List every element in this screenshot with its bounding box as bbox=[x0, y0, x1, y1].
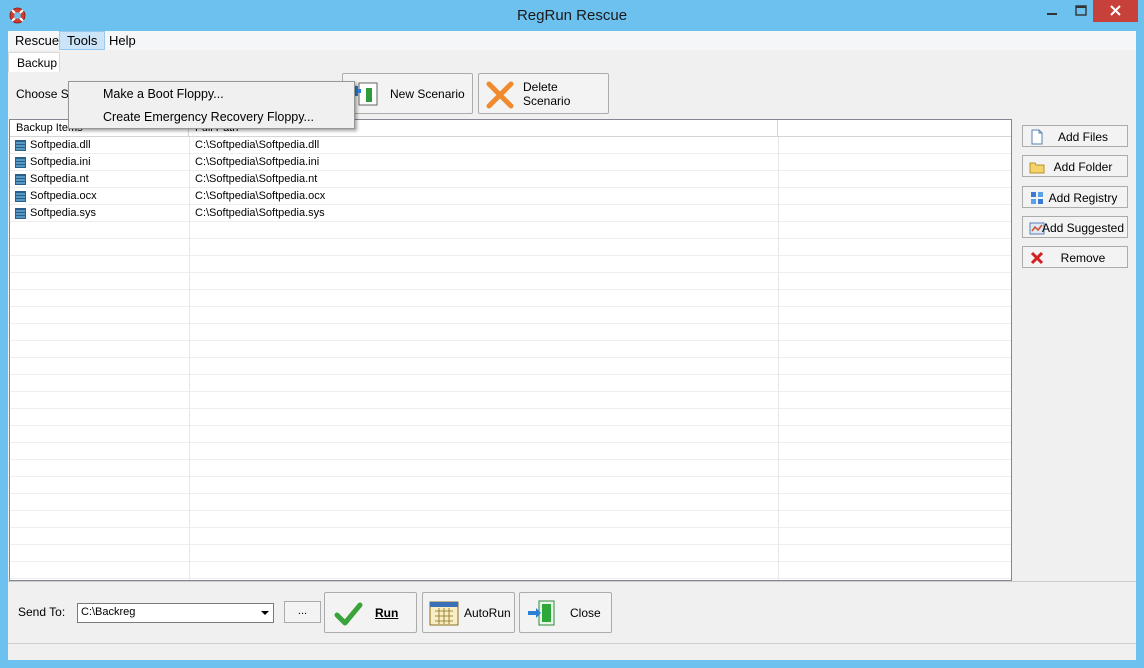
grid-line bbox=[10, 408, 1011, 409]
grid-line bbox=[10, 442, 1011, 443]
file-icon bbox=[15, 191, 26, 202]
calendar-icon bbox=[429, 601, 459, 626]
row-name: Softpedia.sys bbox=[30, 207, 97, 219]
table-row[interactable]: Softpedia.sys C:\Softpedia\Softpedia.sys bbox=[10, 205, 1011, 222]
row-name: Softpedia.dll bbox=[30, 139, 91, 151]
browse-button[interactable]: ... bbox=[284, 601, 321, 623]
menu-rescue[interactable]: Rescue bbox=[8, 31, 66, 50]
add-suggested-label: Add Suggested bbox=[1041, 221, 1125, 235]
new-scenario-label: New Scenario bbox=[390, 86, 465, 101]
app-window: RegRun Rescue Rescue Tools Help Backup C… bbox=[0, 0, 1144, 668]
add-registry-button[interactable]: Add Registry bbox=[1022, 186, 1128, 208]
add-files-button[interactable]: Add Files bbox=[1022, 125, 1128, 147]
choose-scenario-label: Choose S bbox=[16, 87, 69, 101]
remove-button[interactable]: Remove bbox=[1022, 246, 1128, 268]
send-to-label: Send To: bbox=[18, 605, 66, 619]
add-registry-label: Add Registry bbox=[1048, 191, 1118, 205]
exit-door-icon bbox=[528, 600, 555, 626]
run-button[interactable]: Run bbox=[324, 592, 417, 633]
tab-backup[interactable]: Backup bbox=[8, 52, 60, 72]
backup-items-list[interactable]: Backup Items Full Path Softpedia.dll C:\… bbox=[9, 119, 1012, 581]
add-files-label: Add Files bbox=[1057, 130, 1109, 144]
row-name: Softpedia.ocx bbox=[30, 190, 97, 202]
send-to-value: C:\Backreg bbox=[81, 606, 136, 618]
close-button[interactable]: Close bbox=[519, 592, 612, 633]
add-suggested-button[interactable]: Add Suggested bbox=[1022, 216, 1128, 238]
grid-line bbox=[10, 459, 1011, 460]
column-header-empty[interactable] bbox=[778, 120, 1011, 137]
row-path: C:\Softpedia\Softpedia.nt bbox=[195, 173, 318, 185]
grid-line bbox=[10, 255, 1011, 256]
row-name: Softpedia.nt bbox=[30, 173, 89, 185]
grid-line bbox=[10, 323, 1011, 324]
table-row[interactable]: Softpedia.nt C:\Softpedia\Softpedia.nt bbox=[10, 171, 1011, 188]
grid-line bbox=[10, 578, 1011, 579]
add-folder-label: Add Folder bbox=[1053, 160, 1113, 174]
menu-help[interactable]: Help bbox=[102, 31, 143, 50]
grid-line bbox=[10, 238, 1011, 239]
close-window-button[interactable] bbox=[1093, 0, 1138, 22]
window-title: RegRun Rescue bbox=[516, 7, 628, 24]
autorun-button[interactable]: AutoRun bbox=[422, 592, 515, 633]
grid-line bbox=[10, 493, 1011, 494]
list-body: Softpedia.dll C:\Softpedia\Softpedia.dll… bbox=[10, 137, 1011, 580]
row-path: C:\Softpedia\Softpedia.ini bbox=[195, 156, 320, 168]
grid-line bbox=[10, 306, 1011, 307]
grid-line bbox=[10, 510, 1011, 511]
grid-line bbox=[10, 289, 1011, 290]
client-area: Rescue Tools Help Backup Choose S New Sc… bbox=[8, 31, 1136, 660]
row-path: C:\Softpedia\Softpedia.ocx bbox=[195, 190, 326, 202]
tools-dropdown-menu: Make a Boot Floppy... Create Emergency R… bbox=[68, 81, 355, 129]
minimize-button[interactable] bbox=[1037, 0, 1067, 22]
grid-line bbox=[10, 527, 1011, 528]
row-path: C:\Softpedia\Softpedia.dll bbox=[195, 139, 320, 151]
grid-line bbox=[10, 374, 1011, 375]
add-folder-button[interactable]: Add Folder bbox=[1022, 155, 1128, 177]
title-bar: RegRun Rescue bbox=[0, 0, 1144, 31]
file-icon bbox=[15, 174, 26, 185]
close-label: Close bbox=[570, 605, 601, 620]
grid-line bbox=[10, 340, 1011, 341]
delete-scenario-label: Delete Scenario bbox=[523, 79, 571, 108]
row-path: C:\Softpedia\Softpedia.sys bbox=[195, 207, 325, 219]
menu-item-create-emergency-recovery-floppy[interactable]: Create Emergency Recovery Floppy... bbox=[70, 106, 353, 128]
menu-bar: Rescue Tools Help bbox=[8, 31, 1136, 50]
grid-line bbox=[10, 544, 1011, 545]
delete-scenario-icon bbox=[486, 81, 514, 109]
status-bar bbox=[8, 643, 1136, 660]
run-label: Run bbox=[375, 605, 399, 620]
file-icon bbox=[15, 208, 26, 219]
file-icon bbox=[15, 140, 26, 151]
green-check-icon bbox=[334, 602, 363, 626]
menu-tools[interactable]: Tools bbox=[59, 31, 106, 50]
grid-line bbox=[10, 476, 1011, 477]
row-name: Softpedia.ini bbox=[30, 156, 91, 168]
autorun-label: AutoRun bbox=[464, 605, 511, 620]
delete-scenario-button[interactable]: Delete Scenario bbox=[478, 73, 609, 114]
grid-line bbox=[10, 561, 1011, 562]
new-scenario-button[interactable]: New Scenario bbox=[342, 73, 473, 114]
grid-line bbox=[10, 272, 1011, 273]
grid-line bbox=[10, 391, 1011, 392]
send-to-combo[interactable]: C:\Backreg bbox=[77, 603, 274, 623]
table-row[interactable]: Softpedia.ocx C:\Softpedia\Softpedia.ocx bbox=[10, 188, 1011, 205]
grid-line bbox=[10, 425, 1011, 426]
table-row[interactable]: Softpedia.dll C:\Softpedia\Softpedia.dll bbox=[10, 137, 1011, 154]
chevron-down-icon[interactable] bbox=[257, 604, 273, 622]
maximize-button[interactable] bbox=[1067, 0, 1095, 22]
remove-label: Remove bbox=[1060, 251, 1106, 265]
grid-line bbox=[10, 357, 1011, 358]
file-icon bbox=[15, 157, 26, 168]
menu-item-make-boot-floppy[interactable]: Make a Boot Floppy... bbox=[70, 83, 353, 105]
table-row[interactable]: Softpedia.ini C:\Softpedia\Softpedia.ini bbox=[10, 154, 1011, 171]
